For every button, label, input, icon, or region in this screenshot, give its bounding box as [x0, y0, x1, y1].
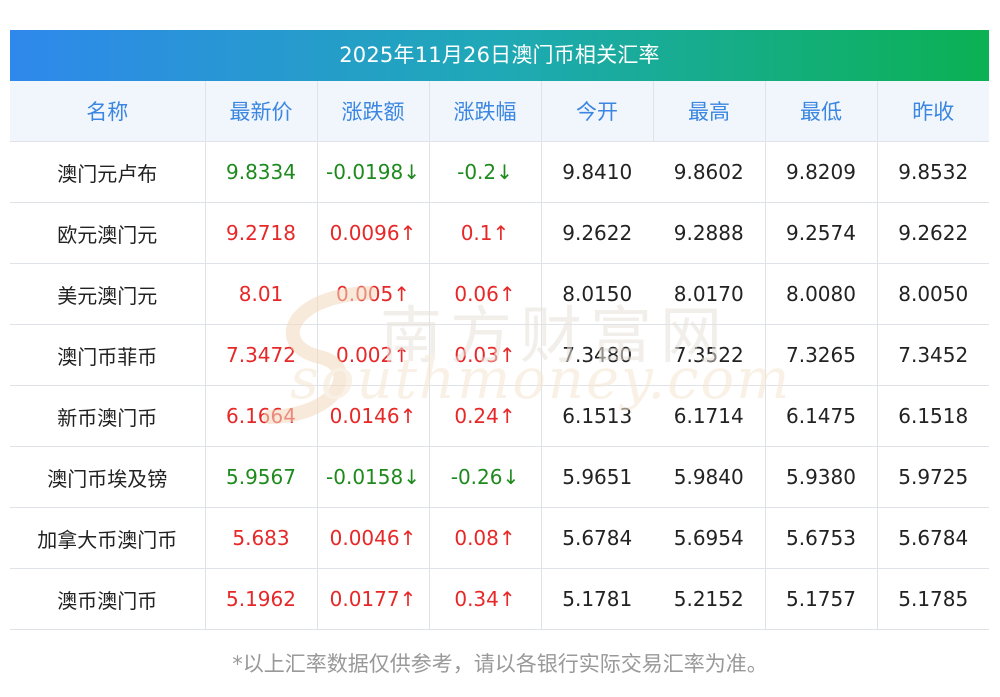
- cell-latest: 6.1664: [204, 385, 317, 447]
- cell-prev-close: 9.8532: [876, 141, 989, 203]
- cell-high: 6.1714: [653, 385, 765, 447]
- cell-low: 9.8209: [764, 141, 877, 203]
- table-row: 澳币澳门币 5.1962 0.0177↑ 0.34↑ 5.1781 5.2152 5.175…: [10, 568, 989, 630]
- table-row: 欧元澳门元 9.2718 0.0096↑ 0.1↑ 9.2622 9.2888 9.2574…: [10, 202, 989, 264]
- cell-low: 8.0080: [764, 263, 877, 325]
- cell-open: 5.1781: [540, 568, 653, 630]
- cell-change: 0.005↑: [316, 263, 429, 325]
- table-header-row: 名称 最新价 涨跌额 涨跌幅 今开 最高 最低 昨收: [10, 81, 989, 142]
- cell-latest: 9.2718: [204, 202, 317, 264]
- header-name: 名称: [10, 81, 205, 142]
- cell-high: 8.0170: [653, 263, 765, 325]
- cell-change-pct: 0.06↑: [428, 263, 541, 325]
- cell-latest: 8.01: [204, 263, 317, 325]
- cell-low: 5.9380: [764, 446, 877, 508]
- cell-low: 6.1475: [764, 385, 877, 447]
- header-change-pct: 涨跌幅: [428, 81, 541, 142]
- cell-low: 7.3265: [764, 324, 877, 386]
- cell-high: 5.2152: [653, 568, 765, 630]
- cell-low: 5.1757: [764, 568, 877, 630]
- cell-latest: 5.9567: [204, 446, 317, 508]
- table-row: 新币澳门币 6.1664 0.0146↑ 0.24↑ 6.1513 6.1714 6.147…: [10, 385, 989, 447]
- header-open: 今开: [540, 81, 653, 142]
- cell-open: 9.8410: [540, 141, 653, 203]
- cell-latest: 9.8334: [204, 141, 317, 203]
- cell-high: 5.9840: [653, 446, 765, 508]
- header-prev-close: 昨收: [876, 81, 989, 142]
- cell-open: 7.3480: [540, 324, 653, 386]
- cell-change-pct: 0.34↑: [428, 568, 541, 630]
- table-row: 澳门币埃及镑 5.9567 -0.0158↓ -0.26↓ 5.9651 5.9840 5.…: [10, 446, 989, 508]
- cell-open: 9.2622: [540, 202, 653, 264]
- header-high: 最高: [652, 81, 765, 142]
- exchange-rate-table: 名称 最新价 涨跌额 涨跌幅 今开 最高 最低 昨收 澳门元卢布 9.8334 -0…: [10, 81, 989, 630]
- cell-name: 澳币澳门币: [10, 568, 205, 630]
- cell-name: 澳门币埃及镑: [10, 446, 205, 508]
- cell-change-pct: 0.03↑: [428, 324, 541, 386]
- cell-change: 0.002↑: [316, 324, 429, 386]
- cell-open: 5.9651: [540, 446, 653, 508]
- cell-high: 9.2888: [653, 202, 765, 264]
- cell-prev-close: 5.1785: [876, 568, 989, 630]
- cell-prev-close: 7.3452: [876, 324, 989, 386]
- header-change: 涨跌额: [316, 81, 429, 142]
- header-low: 最低: [764, 81, 877, 142]
- cell-prev-close: 8.0050: [876, 263, 989, 325]
- cell-open: 6.1513: [540, 385, 653, 447]
- cell-open: 8.0150: [540, 263, 653, 325]
- cell-change: 0.0146↑: [316, 385, 429, 447]
- cell-low: 5.6753: [764, 507, 877, 569]
- cell-name: 澳门币菲币: [10, 324, 205, 386]
- cell-latest: 5.683: [204, 507, 317, 569]
- cell-change-pct: 0.24↑: [428, 385, 541, 447]
- cell-name: 澳门元卢布: [10, 141, 205, 203]
- cell-low: 9.2574: [764, 202, 877, 264]
- cell-change-pct: 0.1↑: [428, 202, 541, 264]
- cell-latest: 7.3472: [204, 324, 317, 386]
- cell-name: 新币澳门币: [10, 385, 205, 447]
- cell-change-pct: -0.2↓: [428, 141, 541, 203]
- table-row: 澳门元卢布 9.8334 -0.0198↓ -0.2↓ 9.8410 9.8602 9.82…: [10, 141, 989, 203]
- table-row: 澳门币菲币 7.3472 0.002↑ 0.03↑ 7.3480 7.3522 7.3265…: [10, 324, 989, 386]
- cell-open: 5.6784: [540, 507, 653, 569]
- table-row: 加拿大币澳门币 5.683 0.0046↑ 0.08↑ 5.6784 5.6954 5.67…: [10, 507, 989, 569]
- disclaimer-footnote: *以上汇率数据仅供参考，请以各银行实际交易汇率为准。: [232, 652, 768, 676]
- cell-prev-close: 9.2622: [876, 202, 989, 264]
- cell-high: 9.8602: [653, 141, 765, 203]
- cell-high: 5.6954: [653, 507, 765, 569]
- cell-prev-close: 6.1518: [876, 385, 989, 447]
- cell-change: -0.0198↓: [316, 141, 429, 203]
- cell-name: 美元澳门元: [10, 263, 205, 325]
- cell-change-pct: 0.08↑: [428, 507, 541, 569]
- cell-change: 0.0046↑: [316, 507, 429, 569]
- table-row: 美元澳门元 8.01 0.005↑ 0.06↑ 8.0150 8.0170 8.0080 8.…: [10, 263, 989, 325]
- table-title: 2025年11月26日澳门币相关汇率: [10, 30, 989, 81]
- cell-name: 加拿大币澳门币: [10, 507, 205, 569]
- cell-change-pct: -0.26↓: [428, 446, 541, 508]
- exchange-rate-card: 2025年11月26日澳门币相关汇率 名称 最新价 涨跌额 涨跌幅 今开 最高 …: [10, 30, 989, 630]
- cell-prev-close: 5.9725: [876, 446, 989, 508]
- header-latest: 最新价: [204, 81, 317, 142]
- cell-change: 0.0177↑: [316, 568, 429, 630]
- cell-change: 0.0096↑: [316, 202, 429, 264]
- cell-name: 欧元澳门元: [10, 202, 205, 264]
- cell-latest: 5.1962: [204, 568, 317, 630]
- cell-prev-close: 5.6784: [876, 507, 989, 569]
- cell-change: -0.0158↓: [316, 446, 429, 508]
- cell-high: 7.3522: [653, 324, 765, 386]
